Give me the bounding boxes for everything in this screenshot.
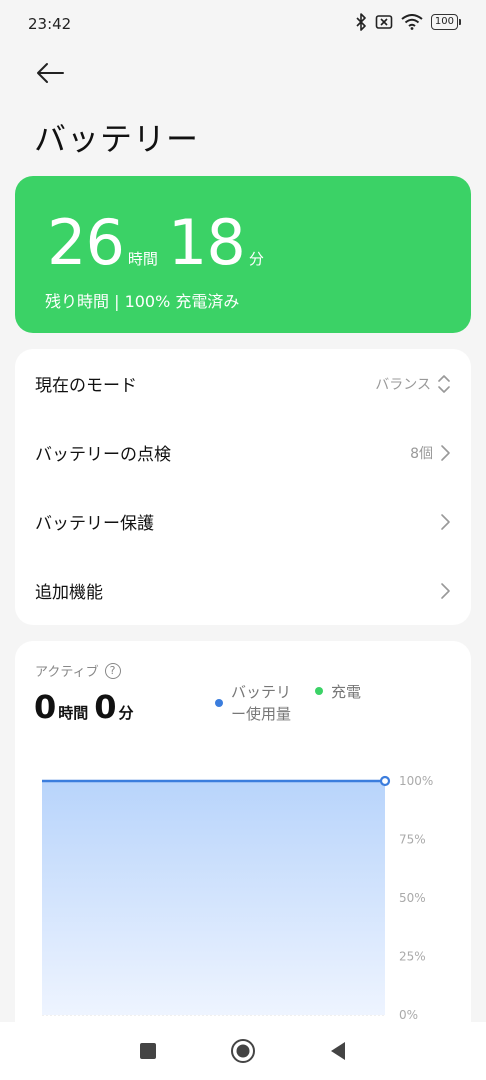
chart-legend: バッテリ ー使用量 充電: [215, 681, 361, 725]
active-minutes: 0: [94, 688, 117, 726]
settings-row-additional-features[interactable]: 追加機能: [15, 556, 471, 625]
legend-battery-line1: バッテリ: [231, 683, 292, 701]
legend-battery-usage[interactable]: バッテリ ー使用量: [215, 681, 297, 725]
settings-row-label: 現在のモード: [35, 376, 137, 396]
back-triangle-icon: [331, 1042, 346, 1060]
y-tick-label: 50%: [399, 891, 426, 905]
back-nav-button[interactable]: [318, 1031, 358, 1071]
help-icon[interactable]: ?: [104, 662, 121, 679]
usage-card: アクティブ ? 0 時間 0 分 バッテリ ー使用量 充電 100% 75% 50%…: [15, 641, 471, 1041]
legend-charging[interactable]: 充電: [315, 681, 361, 725]
battery-check-count: 8個: [410, 445, 433, 462]
active-hours-unit: 時間: [58, 704, 89, 722]
status-bar: 23:42 100: [0, 0, 486, 48]
home-button[interactable]: [223, 1031, 263, 1071]
navigation-bar: [0, 1022, 486, 1080]
settings-row-label: バッテリーの点検: [35, 445, 171, 465]
settings-row-label: バッテリー保護: [35, 514, 154, 534]
recent-apps-icon: [139, 1043, 156, 1059]
wifi-icon: [401, 14, 423, 30]
y-tick-label: 75%: [399, 833, 426, 847]
settings-row-current-mode[interactable]: 現在のモード バランス: [15, 349, 471, 418]
status-time: 23:42: [28, 15, 72, 33]
y-tick-label: 25%: [399, 950, 426, 964]
page-title: バッテリー: [34, 120, 200, 158]
legend-battery-dot: [215, 699, 223, 707]
home-icon: [230, 1039, 255, 1063]
arrow-left-icon: [37, 63, 64, 83]
battery-usage-chart: 100% 75% 50% 25% 0%: [42, 774, 433, 1022]
active-time: 0 時間 0 分: [34, 691, 140, 723]
battery-remaining-card: 26 時間 18 分 残り時間 | 100% 充電済み: [15, 176, 471, 333]
remaining-subtitle: 残り時間 | 100% 充電済み: [45, 292, 240, 311]
chevron-right-icon: [441, 582, 450, 599]
bluetooth-icon: [356, 13, 366, 31]
active-hours: 0: [34, 688, 57, 726]
remaining-hours: 26: [47, 206, 125, 279]
legend-charging-label: 充電: [331, 683, 362, 701]
status-icons: 100: [355, 13, 462, 31]
y-tick-label: 0%: [399, 1008, 418, 1022]
settings-row-battery-protection[interactable]: バッテリー保護: [15, 487, 471, 556]
battery-usage-point: [379, 775, 391, 787]
settings-list: 現在のモード バランス バッテリーの点検 8個 バッテリー保護 追加機能: [15, 349, 471, 625]
settings-row-battery-check[interactable]: バッテリーの点検 8個: [15, 418, 471, 487]
up-down-chevron-icon: [438, 374, 450, 393]
chevron-right-icon: [441, 513, 450, 530]
active-label-text: アクティブ: [35, 665, 99, 680]
minutes-unit: 分: [248, 250, 264, 268]
remaining-minutes: 18: [167, 206, 246, 279]
back-button[interactable]: [30, 56, 70, 90]
legend-charging-dot: [315, 687, 323, 695]
battery-icon: 100: [430, 14, 462, 30]
legend-battery-line2: ー使用量: [231, 705, 292, 723]
remaining-time: 26 時間 18 分: [47, 212, 274, 274]
settings-row-label: 追加機能: [35, 583, 103, 603]
chevron-right-icon: [441, 444, 450, 461]
y-tick-label: 100%: [399, 774, 433, 788]
active-label: アクティブ ?: [35, 661, 121, 680]
hours-unit: 時間: [127, 250, 158, 268]
current-mode-value: バランス: [375, 376, 431, 393]
no-sim-icon: [375, 15, 393, 29]
battery-usage-area: [42, 781, 385, 1015]
recent-apps-button[interactable]: [128, 1031, 168, 1071]
active-minutes-unit: 分: [118, 704, 134, 722]
